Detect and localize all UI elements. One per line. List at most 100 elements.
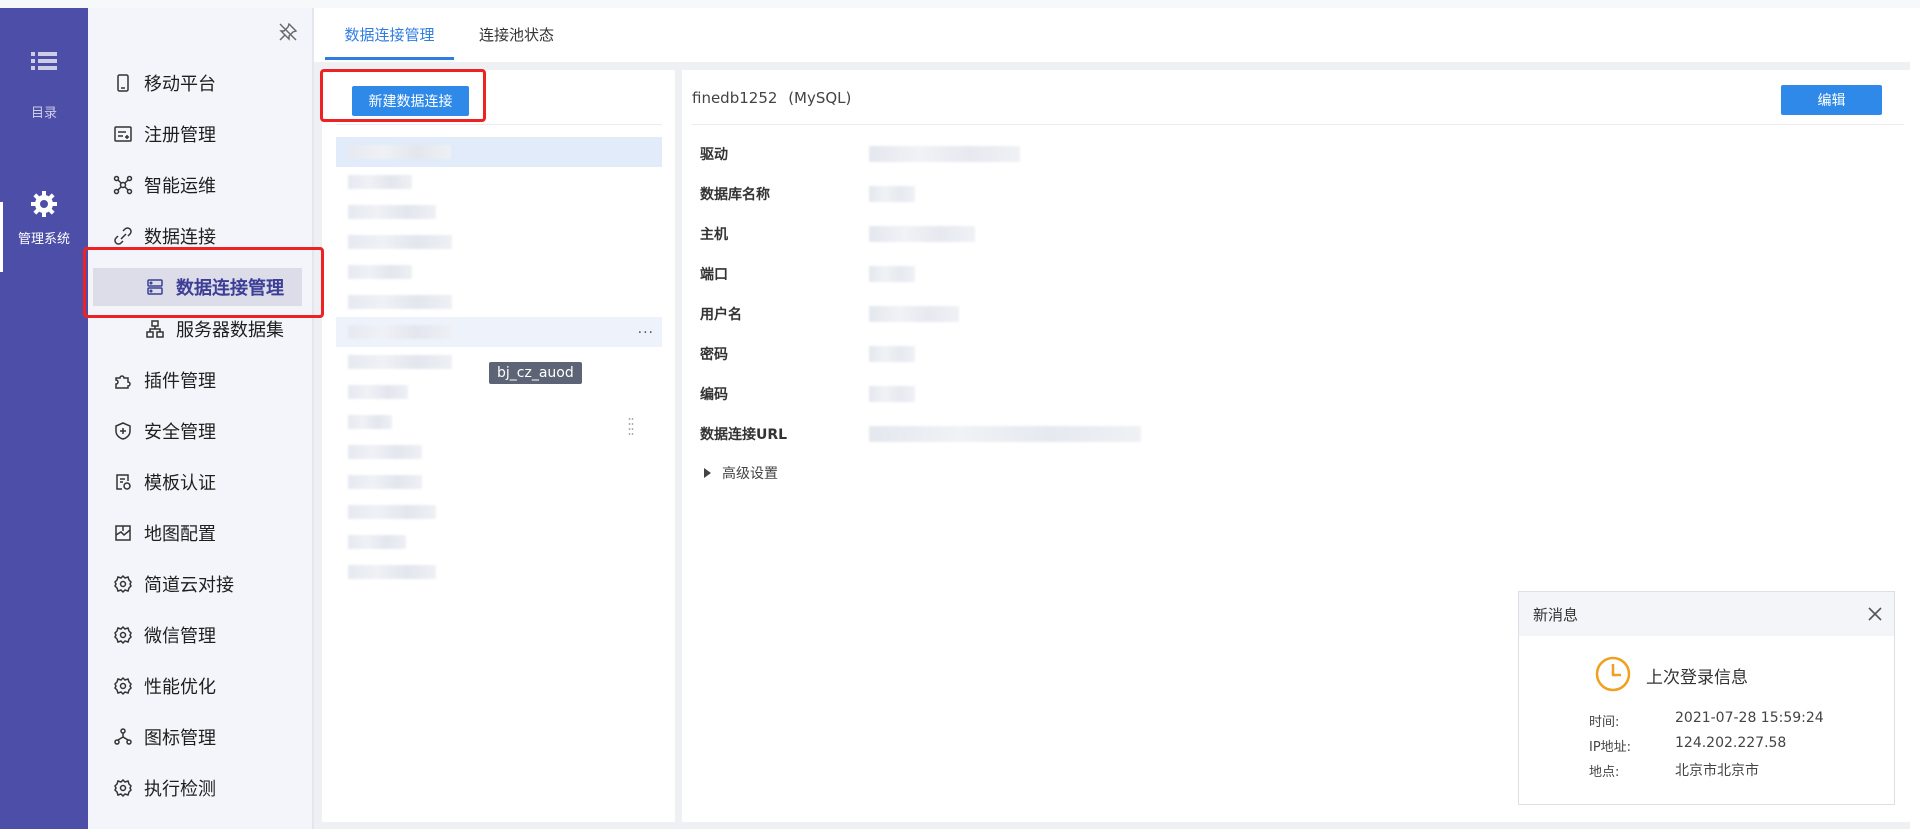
right-edge [1910, 8, 1920, 829]
catalog-button[interactable]: 目录 [0, 50, 88, 121]
connection-item[interactable]: ... [336, 317, 662, 347]
edit-button[interactable]: 编辑 [1781, 85, 1882, 115]
tab-underline [325, 57, 454, 60]
top-strip [0, 0, 1920, 8]
mobile-icon [117, 74, 129, 92]
connection-item[interactable] [336, 137, 662, 167]
field-label-port: 端口 [700, 267, 728, 283]
connection-list-panel: 新建数据连接 ... bj_cz_auod [322, 70, 675, 822]
gear-icon [114, 676, 132, 696]
login-location-value: 北京市北京市 [1675, 763, 1759, 779]
field-label-encoding: 编码 [700, 387, 728, 403]
list-icon [31, 52, 57, 70]
ops-icon [113, 175, 133, 195]
connection-item[interactable] [336, 257, 662, 287]
field-label-driver: 驱动 [700, 147, 728, 163]
gear-icon [31, 191, 57, 217]
login-time-label: 时间: [1589, 715, 1620, 730]
login-location-label: 地点: [1589, 765, 1620, 780]
menu-item-register[interactable]: 注册管理 [88, 115, 313, 153]
field-value-driver [869, 146, 1020, 162]
connection-item[interactable] [336, 287, 662, 317]
menu-item-smart-ops[interactable]: 智能运维 [88, 166, 313, 204]
shield-icon [115, 422, 131, 440]
connection-item[interactable] [336, 497, 662, 527]
field-value-host [869, 226, 975, 242]
pin-icon[interactable] [277, 21, 299, 43]
menu-item-label: 注册管理 [144, 125, 216, 146]
menu-item-label: 服务器数据集 [176, 320, 284, 341]
login-ip-value: 124.202.227.58 [1675, 735, 1787, 751]
menu-item-label: 简道云对接 [144, 575, 234, 596]
menu-item-jiandaoyun[interactable]: 简道云对接 [88, 565, 313, 603]
login-time-value: 2021-07-28 15:59:24 [1675, 710, 1824, 726]
dataset-icon [146, 320, 164, 338]
menu-item-label: 执行检测 [144, 779, 216, 800]
menu-item-label: 插件管理 [144, 371, 216, 392]
tab-pool-status[interactable]: 连接池状态 [457, 8, 576, 60]
menu-item-security[interactable]: 安全管理 [88, 412, 313, 450]
notification-header: 新消息 [1519, 592, 1894, 636]
connection-type: (MySQL) [788, 89, 852, 107]
menu-item-label: 地图配置 [144, 524, 216, 545]
field-label-username: 用户名 [700, 307, 742, 323]
close-icon[interactable] [1864, 603, 1886, 625]
menu-item-label: 性能优化 [144, 677, 216, 698]
more-icon[interactable]: ... [638, 321, 654, 337]
menu-item-mobile-platform[interactable]: 移动平台 [88, 64, 313, 102]
gear-icon [114, 778, 132, 798]
nodes-icon [114, 728, 132, 745]
menu-item-wechat[interactable]: 微信管理 [88, 616, 313, 654]
field-value-url [869, 426, 1141, 442]
field-value-port [869, 266, 915, 282]
menu-item-performance[interactable]: 性能优化 [88, 667, 313, 705]
field-label-password: 密码 [700, 347, 728, 363]
connection-item[interactable] [336, 467, 662, 497]
divider [692, 124, 1904, 125]
splitter-handle[interactable] [628, 416, 634, 436]
advanced-settings-label: 高级设置 [722, 466, 778, 482]
menu-item-map-config[interactable]: 地图配置 [88, 514, 313, 552]
menu-item-label: 图标管理 [144, 728, 216, 749]
menu-item-label: 安全管理 [144, 422, 216, 443]
menu-item-label: 智能运维 [144, 176, 216, 197]
admin-menu: 移动平台 注册管理 智能运维 数据连接 数据连接管理 服务器数据集 插件管理 安… [88, 8, 313, 829]
connection-title: finedb1252 (MySQL) [692, 89, 851, 107]
connection-name: finedb1252 [692, 89, 778, 107]
connection-item[interactable] [336, 407, 662, 437]
advanced-settings-toggle[interactable]: 高级设置 [704, 463, 778, 483]
menu-item-label: 移动平台 [144, 74, 216, 95]
clock-icon [1595, 656, 1631, 692]
admin-system-label: 管理系统 [17, 232, 70, 247]
menu-item-icon-management[interactable]: 图标管理 [88, 718, 313, 756]
connection-item[interactable] [336, 197, 662, 227]
highlight-box [320, 69, 486, 122]
connection-item[interactable] [336, 527, 662, 557]
connection-item[interactable] [336, 227, 662, 257]
gear-icon [114, 574, 132, 594]
field-value-password [869, 346, 915, 362]
login-ip-label: IP地址: [1589, 740, 1632, 755]
map-icon [115, 525, 131, 541]
connection-item[interactable] [336, 557, 662, 587]
connection-item[interactable] [336, 437, 662, 467]
connection-item[interactable] [336, 167, 662, 197]
link-icon [114, 227, 132, 245]
menu-item-execution-check[interactable]: 执行检测 [88, 769, 313, 807]
field-value-encoding [869, 386, 915, 402]
notification-title: 上次登录信息 [1646, 668, 1748, 688]
menu-item-plugin[interactable]: 插件管理 [88, 361, 313, 399]
menu-item-label: 数据连接 [144, 227, 216, 248]
divider [336, 124, 662, 125]
notification-popup: 新消息 上次登录信息 时间: 2021-07-28 15:59:24 IP地址:… [1518, 591, 1895, 805]
tab-connection-management[interactable]: 数据连接管理 [325, 8, 454, 60]
gear-icon [114, 625, 132, 645]
admin-system-button[interactable]: 管理系统 [0, 190, 88, 247]
notification-header-label: 新消息 [1533, 605, 1579, 624]
menu-item-label: 微信管理 [144, 626, 216, 647]
menu-item-template-auth[interactable]: 模板认证 [88, 463, 313, 501]
tab-bar: 数据连接管理 连接池状态 [314, 8, 1920, 62]
register-icon [114, 126, 132, 142]
connection-name-tooltip: bj_cz_auod [489, 362, 582, 384]
caret-right-icon [704, 468, 711, 478]
